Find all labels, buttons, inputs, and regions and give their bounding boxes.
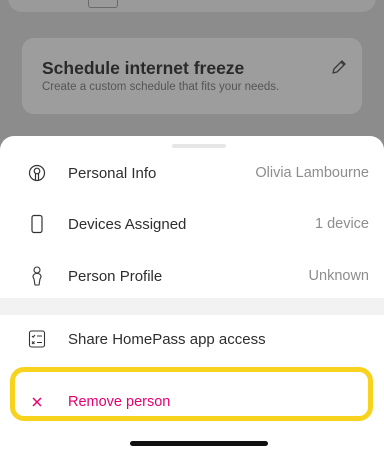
bottom-sheet: Personal Info Olivia Lambourne Devices A… (0, 136, 384, 449)
freeze-card-title: Schedule internet freeze (42, 58, 245, 78)
devices-assigned-label: Devices Assigned (68, 215, 187, 233)
previous-card (8, 0, 376, 12)
person-circle-icon (28, 163, 46, 183)
freeze-card-subtitle: Create a custom schedule that fits your … (42, 81, 280, 93)
section-divider (0, 298, 384, 315)
person-profile-value: Unknown (308, 268, 369, 284)
person-profile-label: Person Profile (68, 267, 163, 285)
personal-info-row[interactable]: Personal Info Olivia Lambourne (0, 148, 384, 198)
personal-info-label: Personal Info (68, 164, 157, 182)
schedule-freeze-card[interactable]: Schedule internet freeze Create a custom… (22, 38, 362, 114)
pencil-icon[interactable] (330, 58, 348, 76)
personal-info-value: Olivia Lambourne (255, 165, 369, 181)
card-icon (88, 0, 118, 8)
devices-assigned-row[interactable]: Devices Assigned 1 device (0, 199, 384, 249)
person-profile-row[interactable]: Person Profile Unknown (0, 251, 384, 301)
phone-icon (28, 214, 46, 234)
checklist-icon (28, 329, 46, 349)
home-indicator[interactable] (130, 441, 268, 446)
devices-assigned-value: 1 device (314, 216, 369, 232)
close-icon (28, 392, 46, 412)
remove-person-label: Remove person (68, 394, 171, 410)
remove-person-button[interactable]: Remove person (0, 377, 384, 427)
share-app-access-row[interactable]: Share HomePass app access (0, 314, 384, 364)
share-app-access-label: Share HomePass app access (68, 330, 266, 348)
person-outline-icon (28, 266, 46, 286)
